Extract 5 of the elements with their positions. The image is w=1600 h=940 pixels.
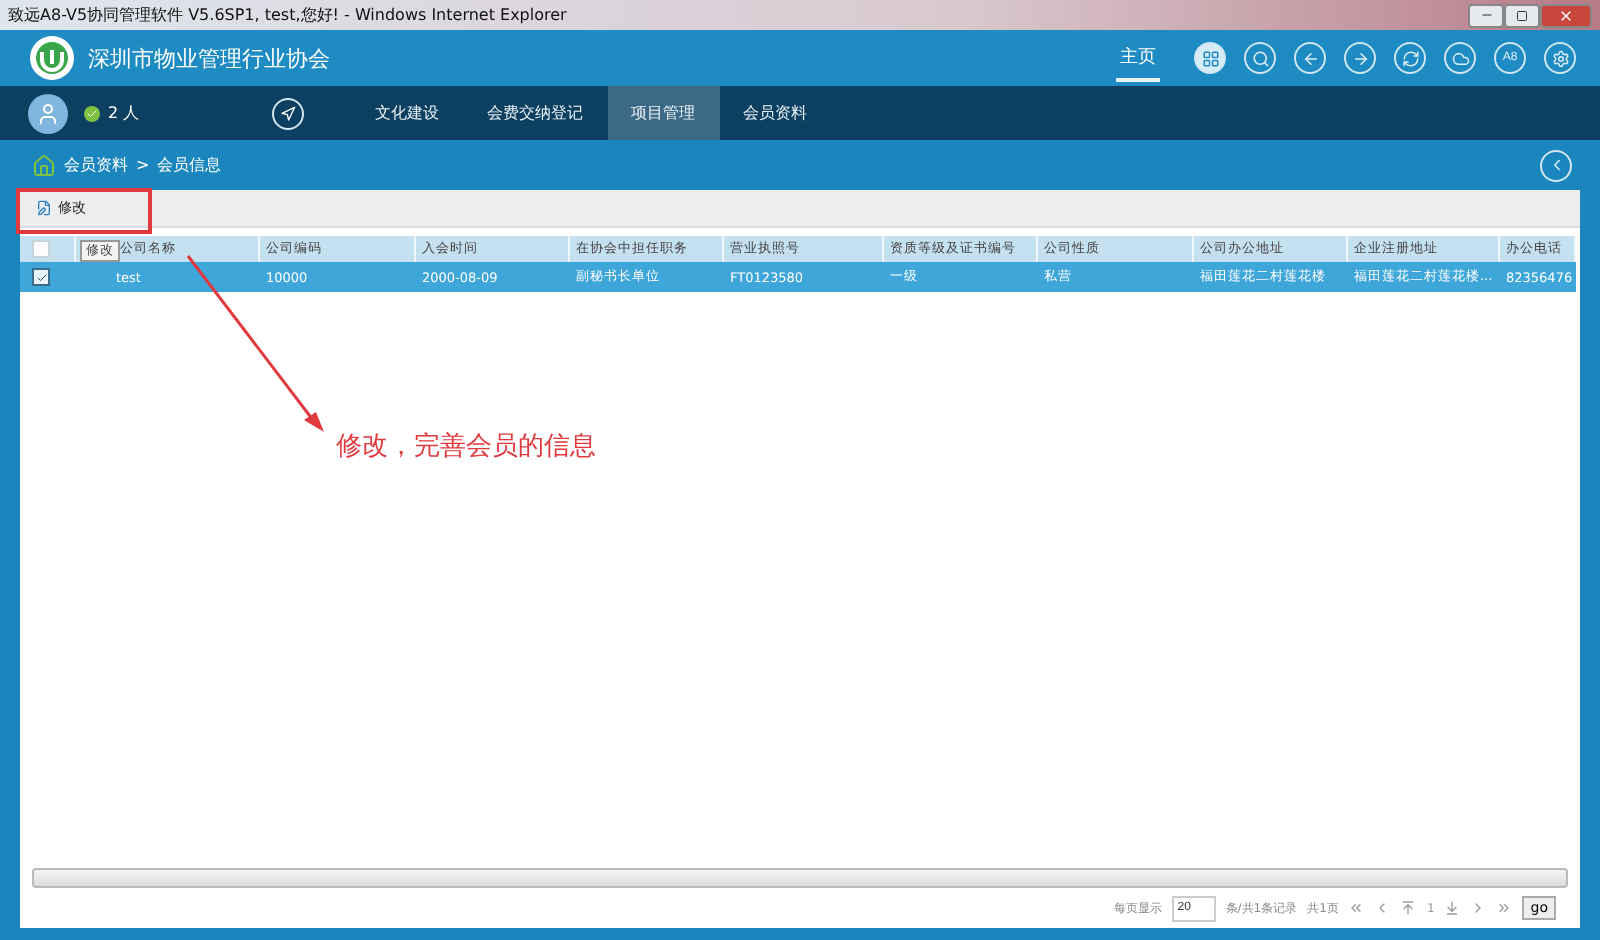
annotation-text: 修改，完善会员的信息	[336, 430, 596, 464]
online-count: 2 人	[108, 102, 140, 124]
org-name: 深圳市物业管理行业协会	[88, 43, 332, 73]
breadcrumb-separator: >	[136, 156, 150, 174]
window-title: 致远A8-V5协同管理软件 V5.6SP1, test,您好! - Windows Internet Explorer	[8, 4, 569, 26]
